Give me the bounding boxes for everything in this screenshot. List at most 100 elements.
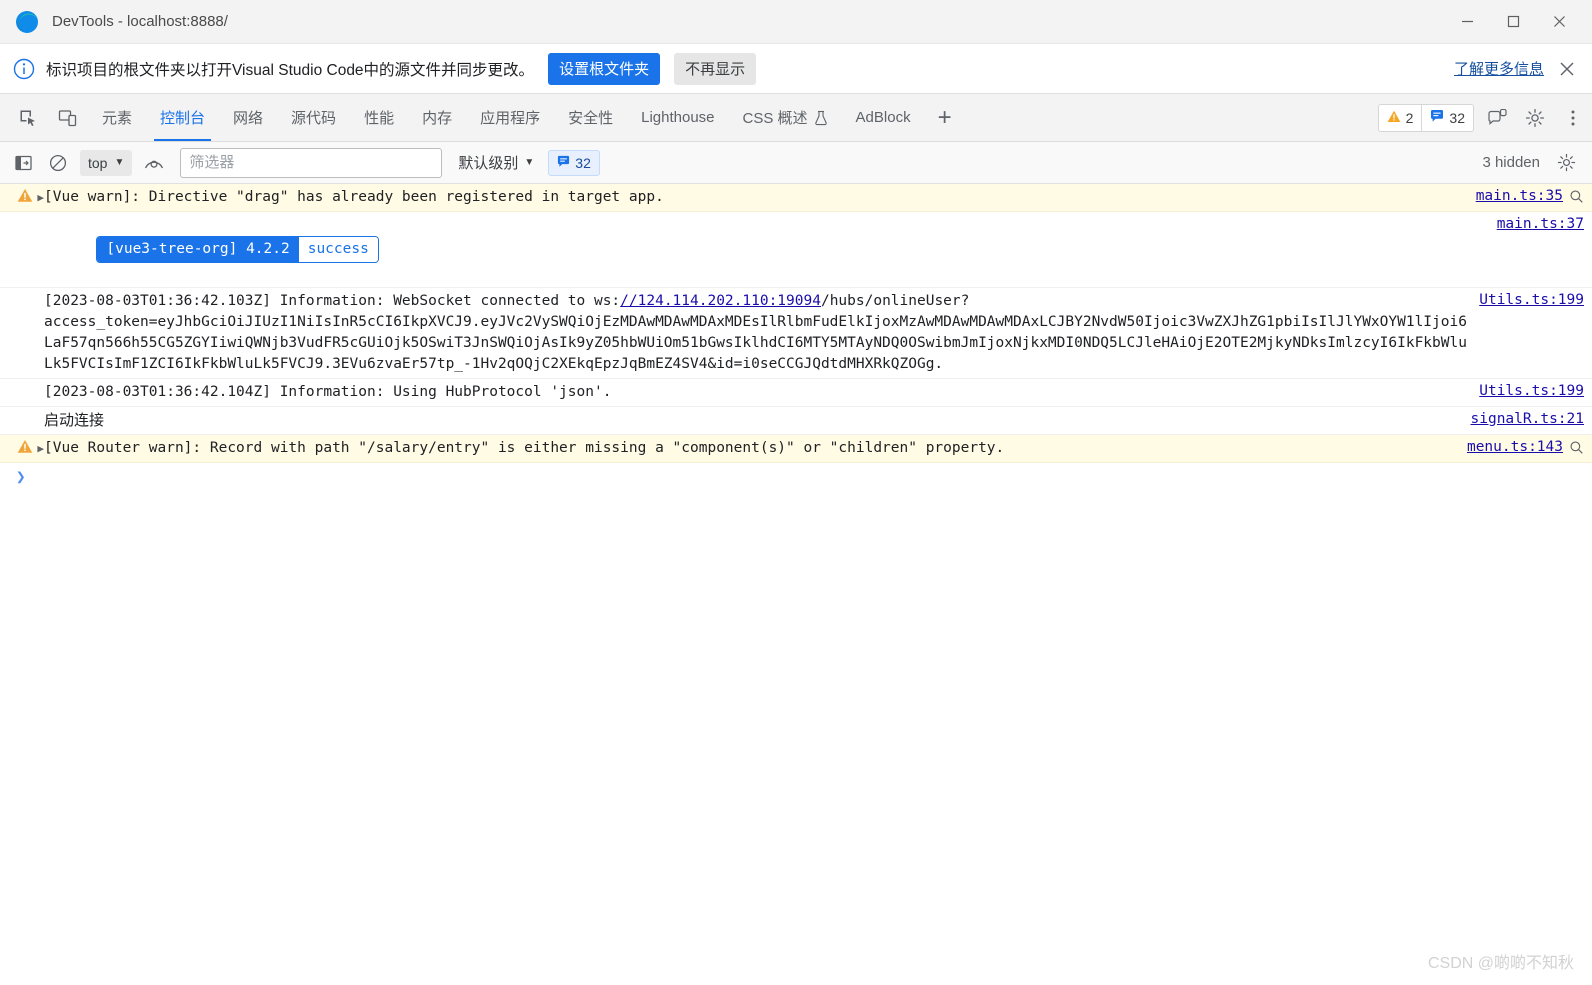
message-bubble-icon: [1430, 109, 1444, 126]
log-source-link-group: Utils.ts:199: [1479, 382, 1584, 399]
watermark-label: CSDN @啲啲不知秋: [1427, 955, 1574, 972]
tab-sources[interactable]: 源代码: [277, 94, 350, 141]
log-gutter: ▶: [0, 187, 44, 207]
window-titlebar: DevTools - localhost:8888/: [0, 0, 1592, 44]
tab-elements[interactable]: 元素: [88, 94, 146, 141]
log-source-link-group: Utils.ts:199: [1479, 291, 1584, 308]
clear-console-icon[interactable]: [42, 148, 74, 178]
log-gutter: [0, 410, 44, 411]
console-message-count-label: 32: [575, 154, 591, 171]
console-settings-gear-icon[interactable]: [1550, 148, 1582, 178]
devices-icon[interactable]: [1478, 94, 1516, 142]
settings-gear-icon[interactable]: [1516, 94, 1554, 142]
console-sidebar-icon[interactable]: [8, 148, 40, 178]
devtools-tabstrip: 元素 控制台 网络 源代码 性能 内存 应用程序 安全性 Lighthouse …: [0, 94, 1592, 142]
console-row-vue-warn[interactable]: ▶ [Vue warn]: Directive "drag" has alrea…: [0, 184, 1592, 212]
message-count-label: 32: [1449, 109, 1465, 126]
log-source-link-group: signalR.ts:21: [1471, 410, 1585, 427]
tab-security[interactable]: 安全性: [554, 94, 627, 141]
websocket-url-link[interactable]: //124.114.202.110:19094: [620, 293, 821, 309]
source-link[interactable]: main.ts:35: [1476, 188, 1563, 204]
log-text-prefix: [2023-08-03T01:36:42.103Z] Information: …: [44, 292, 621, 309]
console-message-count-pill[interactable]: 32: [548, 149, 600, 176]
source-link[interactable]: signalR.ts:21: [1471, 411, 1585, 427]
window-close-button[interactable]: [1536, 0, 1582, 44]
package-version-badge: [vue3-tree-org] 4.2.2 success: [96, 236, 379, 263]
log-level-label: 默认级别: [458, 155, 519, 172]
log-source-link-group: main.ts:35: [1476, 187, 1584, 208]
window-maximize-button[interactable]: [1490, 0, 1536, 44]
warning-count-badge[interactable]: 2: [1377, 103, 1423, 132]
tab-console[interactable]: 控制台: [146, 94, 219, 141]
console-row-start-connection[interactable]: 启动连接 signalR.ts:21: [0, 407, 1592, 435]
log-message-text: 启动连接: [44, 411, 105, 429]
tab-lighthouse[interactable]: Lighthouse: [627, 94, 728, 141]
log-gutter: [0, 382, 44, 383]
info-icon: [12, 57, 36, 81]
issue-badges: 2 32: [1377, 94, 1474, 141]
banner-message: 标识项目的根文件夹以打开Visual Studio Code中的源文件并同步更改…: [46, 61, 535, 79]
tab-network[interactable]: 网络: [219, 94, 277, 141]
search-icon[interactable]: [1569, 189, 1584, 208]
package-name-label: [vue3-tree-org] 4.2.2: [97, 237, 299, 262]
tab-adblock[interactable]: AdBlock: [842, 94, 925, 141]
source-link[interactable]: main.ts:37: [1497, 216, 1584, 232]
live-expression-eye-icon[interactable]: [138, 148, 170, 178]
message-bubble-icon: [557, 155, 570, 171]
log-message-text: [2023-08-03T01:36:42.103Z] Information: …: [44, 291, 1479, 375]
console-prompt-row[interactable]: ❯: [0, 463, 1592, 485]
warning-triangle-icon: [17, 188, 33, 207]
console-row-vue-router-warn[interactable]: ▶ [Vue Router warn]: Record with path "/…: [0, 434, 1592, 463]
tabstrip-spacer: [965, 94, 1378, 141]
set-workspace-folder-button[interactable]: 设置根文件夹: [548, 52, 661, 85]
log-message-text: [Vue warn]: Directive "drag" has already…: [44, 189, 664, 205]
tab-css-overview-label: CSS 概述: [742, 110, 808, 127]
tab-list: 元素 控制台 网络 源代码 性能 内存 应用程序 安全性 Lighthouse …: [88, 94, 925, 141]
source-link[interactable]: menu.ts:143: [1467, 439, 1563, 455]
source-link[interactable]: Utils.ts:199: [1479, 292, 1584, 308]
add-panel-button[interactable]: +: [925, 94, 965, 141]
tab-performance[interactable]: 性能: [350, 94, 408, 141]
inspect-element-icon[interactable]: [8, 94, 48, 141]
log-gutter: [0, 215, 44, 216]
console-row-hub-protocol[interactable]: [2023-08-03T01:36:42.104Z] Information: …: [0, 379, 1592, 407]
execution-context-label: top: [88, 154, 108, 171]
flask-icon: [814, 110, 828, 126]
console-filter-input[interactable]: [180, 147, 443, 178]
window-minimize-button[interactable]: [1444, 0, 1490, 44]
edge-logo-icon: [14, 9, 40, 35]
dont-show-again-button[interactable]: 不再显示: [674, 52, 757, 85]
log-gutter: [0, 291, 44, 292]
console-message-list[interactable]: ▶ [Vue warn]: Directive "drag" has alrea…: [0, 184, 1592, 985]
chevron-down-icon: ▼: [114, 157, 125, 168]
message-count-badge[interactable]: 32: [1422, 103, 1474, 132]
console-row-package-badge[interactable]: [vue3-tree-org] 4.2.2 success main.ts:37: [0, 212, 1592, 288]
source-link[interactable]: Utils.ts:199: [1479, 383, 1584, 399]
chevron-down-icon: ▼: [524, 157, 535, 168]
log-level-selector[interactable]: 默认级别 ▼: [458, 152, 534, 173]
device-toolbar-icon[interactable]: [48, 94, 88, 141]
banner-close-icon[interactable]: [1556, 58, 1578, 80]
more-options-icon[interactable]: [1554, 94, 1592, 142]
execution-context-selector[interactable]: top ▼: [80, 149, 133, 176]
tab-application[interactable]: 应用程序: [466, 94, 554, 141]
log-message-text: [2023-08-03T01:36:42.104Z] Information: …: [44, 383, 612, 400]
log-source-link-group: menu.ts:143: [1467, 438, 1584, 459]
workspace-info-banner: 标识项目的根文件夹以打开Visual Studio Code中的源文件并同步更改…: [0, 44, 1592, 94]
log-badge-content: [vue3-tree-org] 4.2.2 success: [44, 215, 1497, 284]
log-source-link-group: main.ts:37: [1497, 215, 1584, 232]
package-status-label: success: [298, 237, 378, 262]
window-title: DevTools - localhost:8888/: [52, 13, 228, 30]
warning-triangle-icon: [17, 439, 33, 458]
expand-arrow-icon[interactable]: ▶: [37, 443, 44, 454]
tab-css-overview[interactable]: CSS 概述: [729, 94, 842, 141]
warning-count-label: 2: [1405, 109, 1414, 126]
warning-triangle-icon: [1387, 110, 1401, 126]
learn-more-link[interactable]: 了解更多信息: [1454, 58, 1544, 79]
expand-arrow-icon[interactable]: ▶: [37, 192, 44, 203]
tab-memory[interactable]: 内存: [408, 94, 466, 141]
search-icon[interactable]: [1569, 440, 1584, 459]
hidden-messages-label: 3 hidden: [1482, 154, 1540, 171]
tabstrip-right-icons: [1478, 94, 1592, 141]
console-row-websocket-connected[interactable]: [2023-08-03T01:36:42.103Z] Information: …: [0, 288, 1592, 379]
